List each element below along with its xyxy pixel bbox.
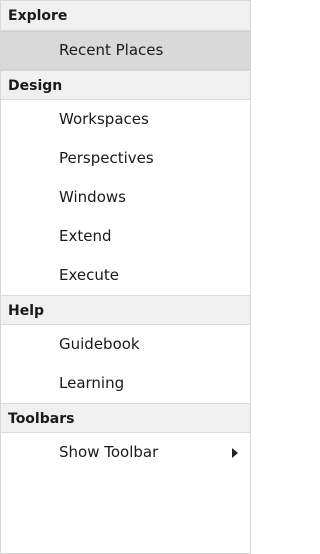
menu-item-learning[interactable]: Learning bbox=[1, 364, 250, 403]
menu-item-workspaces[interactable]: Workspaces bbox=[1, 100, 250, 139]
menu-item-extend[interactable]: Extend bbox=[1, 217, 250, 256]
menu-item-recent-places[interactable]: Recent Places bbox=[1, 31, 250, 70]
chevron-right-icon bbox=[232, 447, 238, 458]
menu-item-perspectives[interactable]: Perspectives bbox=[1, 139, 250, 178]
menu-item-label: Guidebook bbox=[59, 335, 140, 353]
section-header-explore: Explore bbox=[1, 1, 250, 31]
menu-item-label: Learning bbox=[59, 374, 125, 392]
menu-item-show-toolbar[interactable]: Show Toolbar bbox=[1, 433, 250, 472]
section-header-help: Help bbox=[1, 295, 250, 325]
menu-item-label: Recent Places bbox=[59, 41, 164, 59]
menu-item-label: Workspaces bbox=[59, 110, 149, 128]
section-header-design: Design bbox=[1, 70, 250, 100]
section-header-toolbars: Toolbars bbox=[1, 403, 250, 433]
menu-item-windows[interactable]: Windows bbox=[1, 178, 250, 217]
menu-item-execute[interactable]: Execute bbox=[1, 256, 250, 295]
menu-item-label: Show Toolbar bbox=[59, 443, 159, 461]
menu-item-guidebook[interactable]: Guidebook bbox=[1, 325, 250, 364]
menu-item-label: Extend bbox=[59, 227, 112, 245]
menu-item-label: Perspectives bbox=[59, 149, 154, 167]
menu-item-label: Execute bbox=[59, 266, 119, 284]
context-menu: Explore Recent Places Design Workspaces … bbox=[0, 0, 251, 554]
menu-item-label: Windows bbox=[59, 188, 126, 206]
